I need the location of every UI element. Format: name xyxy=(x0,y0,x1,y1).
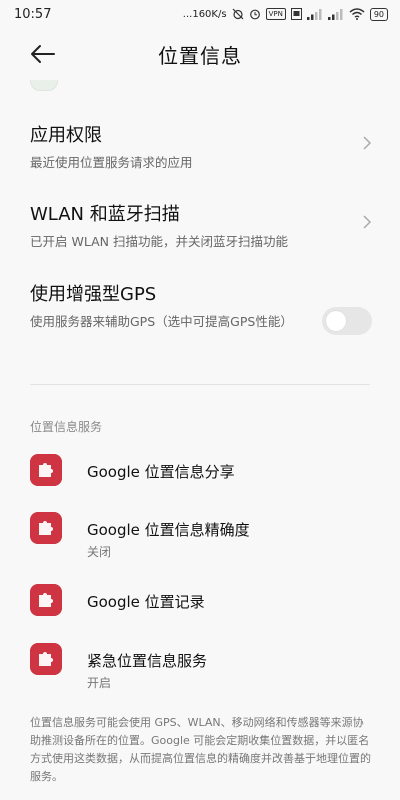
puzzle-app-icon xyxy=(30,643,62,675)
vpn-icon: VPN xyxy=(265,8,286,20)
scrolled-item-remnant xyxy=(30,80,58,91)
service-location-accuracy[interactable]: Google 位置信息精确度 关闭 xyxy=(30,512,372,559)
signal-strength-icon-2 xyxy=(327,9,343,20)
setting-title: 应用权限 xyxy=(30,125,102,146)
service-emergency-location[interactable]: 紧急位置信息服务 开启 xyxy=(30,643,372,690)
chevron-right-icon xyxy=(363,215,372,229)
puzzle-app-icon xyxy=(30,512,62,544)
setting-subtitle: 使用服务器来辅助GPS（选中可提高GPS性能） xyxy=(30,314,293,329)
signal-strength-icon-1 xyxy=(306,9,322,20)
puzzle-app-icon xyxy=(30,584,62,616)
section-label: 位置信息服务 xyxy=(30,420,103,434)
alarm-clock-icon xyxy=(249,9,260,20)
location-disclaimer: 位置信息服务可能会使用 GPS、WLAN、移动网络和传感器等来源协助推测设备所在… xyxy=(30,716,371,783)
status-time: 10:57 xyxy=(14,6,52,22)
setting-subtitle: 最近使用位置服务请求的应用 xyxy=(30,155,193,170)
setting-enhanced-gps[interactable]: 使用增强型GPS 使用服务器来辅助GPS（选中可提高GPS性能） xyxy=(30,280,372,335)
service-location-history[interactable]: Google 位置记录 xyxy=(30,584,372,624)
network-speed: ...160K/s xyxy=(182,8,227,20)
chevron-right-icon xyxy=(363,136,372,150)
service-status: 开启 xyxy=(87,676,112,690)
puzzle-app-icon xyxy=(30,454,62,486)
service-status: 关闭 xyxy=(87,545,112,559)
setting-title: 使用增强型GPS xyxy=(30,284,157,305)
setting-subtitle: 已开启 WLAN 扫描功能，并关闭蓝牙扫描功能 xyxy=(30,234,288,249)
setting-title: WLAN 和蓝牙扫描 xyxy=(30,204,180,225)
alarm-off-icon xyxy=(232,8,243,20)
status-icons: ...160K/s VPN 90 xyxy=(182,7,388,21)
toggle-knob xyxy=(326,311,346,331)
status-bar: 10:57 ...160K/s VPN 90 xyxy=(0,0,400,28)
service-location-sharing[interactable]: Google 位置信息分享 xyxy=(30,454,372,494)
wifi-icon xyxy=(349,8,365,20)
service-name: Google 位置记录 xyxy=(87,593,205,611)
enhanced-gps-toggle[interactable] xyxy=(322,307,372,335)
page-title: 位置信息 xyxy=(158,44,242,68)
sim-hd-icon xyxy=(290,8,302,20)
service-name: 紧急位置信息服务 xyxy=(87,652,208,670)
battery-icon: 90 xyxy=(369,7,388,21)
section-divider xyxy=(30,384,370,385)
setting-app-permissions[interactable]: 应用权限 最近使用位置服务请求的应用 xyxy=(30,121,372,172)
setting-wlan-bluetooth-scan[interactable]: WLAN 和蓝牙扫描 已开启 WLAN 扫描功能，并关闭蓝牙扫描功能 xyxy=(30,200,372,251)
service-name: Google 位置信息精确度 xyxy=(87,521,250,539)
app-header: 位置信息 xyxy=(0,32,400,76)
service-name: Google 位置信息分享 xyxy=(87,463,235,481)
